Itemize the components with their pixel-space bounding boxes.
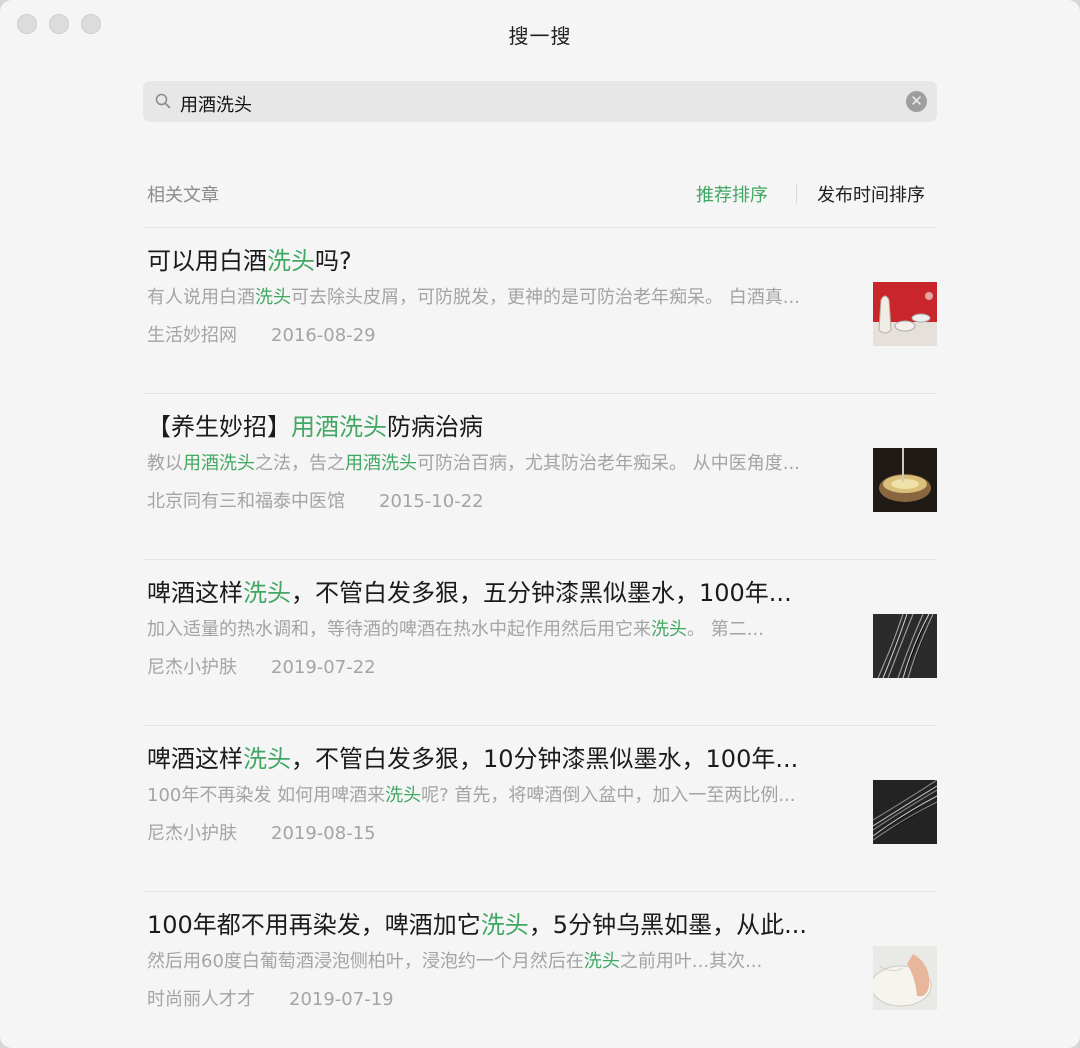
snippet-keyword-highlight: 洗头 — [583, 951, 620, 972]
sort-divider — [796, 184, 797, 204]
title-text: 啤酒这样 — [147, 745, 243, 773]
search-input[interactable]: 用酒洗头 — [180, 91, 252, 117]
snippet-text: 然后用60度白葡萄酒浸泡侧柏叶，浸泡约一个月然后在 — [147, 951, 584, 972]
article-title[interactable]: 【养生妙招】用酒洗头防病治病 — [147, 407, 847, 442]
article-meta: 尼杰小护肤 2019-08-15 — [147, 819, 376, 845]
snippet-keyword-highlight: 洗头 — [651, 619, 687, 640]
article-thumbnail[interactable] — [873, 448, 937, 512]
snippet-text: 。 第二... — [687, 619, 764, 640]
article-item[interactable]: 啤酒这样洗头，不管白发多狠，10分钟漆黑似墨水，100年... 100年不再染发 … — [143, 726, 937, 892]
title-keyword-highlight: 用酒洗头 — [291, 413, 387, 441]
snippet-text: 有人说用白酒 — [147, 287, 255, 308]
article-meta: 尼杰小护肤 2019-07-22 — [147, 653, 376, 679]
title-text: ，5分钟乌黑如墨，从此... — [528, 911, 807, 939]
article-meta: 北京同有三和福泰中医馆 2015-10-22 — [147, 487, 484, 513]
snippet-text: 加入适量的热水调和，等待酒的啤酒在热水中起作用然后用它来 — [147, 619, 651, 640]
article-source: 尼杰小护肤 — [147, 657, 237, 678]
snippet-keyword-highlight: 洗头 — [255, 287, 291, 308]
snippet-text: 可去除头皮屑，可防脱发，更神的是可防治老年痴呆。 白酒真... — [291, 287, 800, 308]
sort-by-time-tab[interactable]: 发布时间排序 — [817, 181, 925, 207]
sort-recommended-tab[interactable]: 推荐排序 — [696, 181, 768, 207]
article-snippet: 100年不再染发 如何用啤酒来洗头呢? 首先，将啤酒倒入盆中，加入一至两比例..… — [147, 781, 853, 807]
title-text: 防病治病 — [387, 413, 483, 441]
article-item[interactable]: 啤酒这样洗头，不管白发多狠，五分钟漆黑似墨水，100年... 加入适量的热水调和，… — [143, 560, 937, 726]
results-list: 可以用白酒洗头吗? 有人说用白酒洗头可去除头皮屑，可防脱发，更神的是可防治老年痴呆… — [143, 228, 937, 1048]
sort-options: 推荐排序 发布时间排序 — [696, 181, 925, 207]
article-item[interactable]: 【养生妙招】用酒洗头防病治病 教以用酒洗头之法，告之用酒洗头可防治百病，尤其防治老… — [143, 394, 937, 560]
window-title: 搜一搜 — [508, 24, 572, 48]
article-snippet: 教以用酒洗头之法，告之用酒洗头可防治百病，尤其防治老年痴呆。 从中医角度... — [147, 449, 853, 475]
title-text: ，不管白发多狠，10分钟漆黑似墨水，100年... — [291, 745, 799, 773]
title-text: ，不管白发多狠，五分钟漆黑似墨水，100年... — [291, 579, 792, 607]
snippet-text: 可防治百病，尤其防治老年痴呆。 从中医角度... — [417, 453, 800, 474]
title-keyword-highlight: 洗头 — [267, 247, 315, 275]
search-window: 搜一搜 用酒洗头 ✕ 相关文章 推荐排序 发布时间排序 可以用白酒洗头吗? 有人说… — [0, 0, 1080, 1048]
article-date: 2016-08-29 — [271, 325, 376, 346]
snippet-text: 教以 — [147, 453, 183, 474]
results-section-label: 相关文章 — [147, 185, 219, 206]
article-snippet: 有人说用白酒洗头可去除头皮屑，可防脱发，更神的是可防治老年痴呆。 白酒真... — [147, 283, 853, 309]
clear-search-icon[interactable]: ✕ — [906, 91, 927, 112]
article-title[interactable]: 可以用白酒洗头吗? — [147, 241, 847, 276]
snippet-keyword-highlight: 用酒洗头 — [345, 453, 417, 474]
title-keyword-highlight: 洗头 — [243, 745, 291, 773]
article-date: 2019-07-19 — [289, 989, 394, 1010]
article-thumbnail[interactable] — [873, 946, 937, 1010]
article-thumbnail[interactable] — [873, 614, 937, 678]
snippet-text: 之前用叶...其次... — [619, 951, 763, 972]
title-text: 100年都不用再染发，啤酒加它 — [147, 911, 481, 939]
title-keyword-highlight: 洗头 — [480, 911, 529, 939]
article-snippet: 然后用60度白葡萄酒浸泡侧柏叶，浸泡约一个月然后在洗头之前用叶...其次... — [147, 947, 853, 973]
title-keyword-highlight: 洗头 — [243, 579, 291, 607]
snippet-keyword-highlight: 用酒洗头 — [183, 453, 255, 474]
article-date: 2015-10-22 — [379, 491, 484, 512]
article-source: 尼杰小护肤 — [147, 823, 237, 844]
article-date: 2019-08-15 — [271, 823, 376, 844]
article-meta: 生活妙招网 2016-08-29 — [147, 321, 376, 347]
article-item[interactable]: 100年都不用再染发，啤酒加它洗头，5分钟乌黑如墨，从此... 然后用60度白葡萄… — [143, 892, 937, 1048]
snippet-text: 100年不再染发 如何用啤酒来 — [147, 785, 386, 806]
title-text: 【养生妙招】 — [147, 413, 291, 441]
snippet-keyword-highlight: 洗头 — [385, 785, 422, 806]
snippet-text: 呢? 首先，将啤酒倒入盆中，加入一至两比例... — [421, 785, 796, 806]
article-date: 2019-07-22 — [271, 657, 376, 678]
article-source: 北京同有三和福泰中医馆 — [147, 491, 345, 512]
article-meta: 时尚丽人才才 2019-07-19 — [147, 985, 394, 1011]
article-title[interactable]: 啤酒这样洗头，不管白发多狠，五分钟漆黑似墨水，100年... — [147, 573, 847, 608]
title-text: 可以用白酒 — [147, 247, 267, 275]
title-text: 啤酒这样 — [147, 579, 243, 607]
search-icon — [155, 93, 171, 109]
article-item[interactable]: 可以用白酒洗头吗? 有人说用白酒洗头可去除头皮屑，可防脱发，更神的是可防治老年痴呆… — [143, 228, 937, 394]
article-thumbnail[interactable] — [873, 780, 937, 844]
article-snippet: 加入适量的热水调和，等待酒的啤酒在热水中起作用然后用它来洗头。 第二... — [147, 615, 853, 641]
snippet-text: 之法，告之 — [255, 453, 345, 474]
article-source: 时尚丽人才才 — [147, 989, 255, 1010]
article-title[interactable]: 啤酒这样洗头，不管白发多狠，10分钟漆黑似墨水，100年... — [147, 739, 847, 774]
title-text: 吗? — [315, 247, 352, 275]
article-thumbnail[interactable] — [873, 282, 937, 346]
article-source: 生活妙招网 — [147, 325, 237, 346]
article-title[interactable]: 100年都不用再染发，啤酒加它洗头，5分钟乌黑如墨，从此... — [147, 905, 847, 940]
search-bar[interactable]: 用酒洗头 ✕ — [143, 81, 937, 122]
